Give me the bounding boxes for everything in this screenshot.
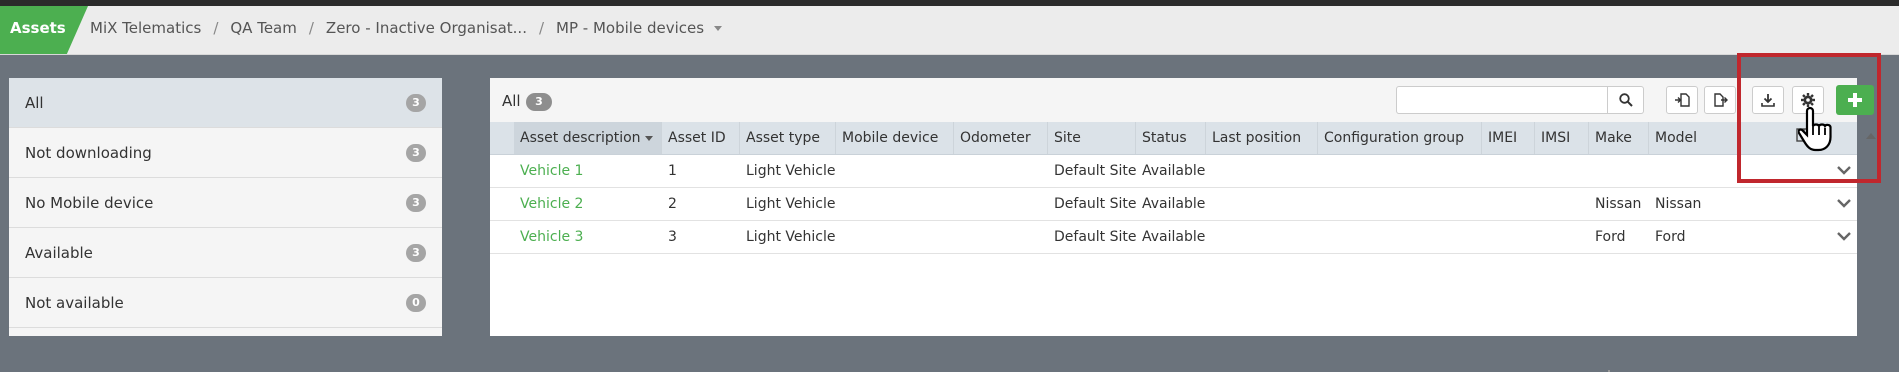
search-input[interactable]: [1396, 86, 1608, 114]
column-label: Asset description: [520, 130, 641, 146]
breadcrumb-item-group[interactable]: MP - Mobile devices: [556, 19, 704, 37]
chevron-down-icon[interactable]: [1837, 230, 1851, 242]
model-cell: Ford: [1655, 229, 1686, 245]
filter-label: No Mobile device: [25, 194, 154, 212]
top-navbar: Assets MiX Telematics / QA Team / Zero - Ina…: [0, 6, 1899, 55]
sort-desc-icon: [645, 136, 653, 141]
breadcrumb: MiX Telematics / QA Team / Zero - Inactive O…: [90, 6, 723, 54]
column-header-asset-description[interactable]: Asset description: [514, 122, 662, 154]
breadcrumb-item-organisation[interactable]: Zero - Inactive Organisat...: [326, 19, 527, 37]
column-header-status[interactable]: Status: [1136, 122, 1206, 154]
column-header-odometer[interactable]: Odometer: [954, 122, 1048, 154]
column-header-site[interactable]: Site: [1048, 122, 1136, 154]
filter-item-available[interactable]: Available 3: [9, 228, 442, 278]
asset-list-panel: All 3 Asset description Asset ID Asset t…: [490, 78, 1857, 372]
asset-type-cell: Light Vehicle: [746, 196, 836, 212]
export-icon: [1714, 93, 1728, 107]
column-header-imsi[interactable]: IMSI: [1535, 122, 1589, 154]
column-label: Site: [1054, 130, 1081, 146]
table-row[interactable]: Vehicle 2 2 Light Vehicle Default Site A…: [490, 188, 1857, 221]
table-row[interactable]: Vehicle 3 3 Light Vehicle Default Site A…: [490, 221, 1857, 254]
filter-panel: All 3 Not downloading 3 No Mobile device…: [9, 78, 442, 336]
site-cell: Default Site: [1054, 196, 1137, 212]
list-title: All: [502, 92, 521, 110]
column-label: Make: [1595, 130, 1632, 146]
column-header-imei[interactable]: IMEI: [1482, 122, 1535, 154]
filter-label: All: [25, 94, 44, 112]
count-badge: 3: [406, 244, 426, 262]
import-icon: [1675, 93, 1690, 107]
search-icon: [1618, 93, 1633, 107]
search-button[interactable]: [1608, 86, 1644, 114]
make-cell: Ford: [1595, 229, 1626, 245]
column-header-mobile-device[interactable]: Mobile device: [836, 122, 954, 154]
status-cell: Available: [1142, 196, 1206, 212]
column-label: IMSI: [1541, 130, 1571, 146]
model-cell: Nissan: [1655, 196, 1702, 212]
status-cell: Available: [1142, 229, 1206, 245]
asset-id-cell: 2: [668, 196, 677, 212]
count-badge: 0: [406, 294, 426, 312]
breadcrumb-separator: /: [213, 19, 219, 37]
asset-type-cell: Light Vehicle: [746, 163, 836, 179]
column-label: Asset ID: [668, 130, 726, 146]
filter-item-not-downloading[interactable]: Not downloading 3: [9, 128, 442, 178]
chevron-down-icon[interactable]: [1837, 197, 1851, 209]
asset-id-cell: 3: [668, 229, 677, 245]
count-badge: 3: [406, 194, 426, 212]
list-toolbar: All 3: [490, 78, 1857, 122]
column-header-configuration-group[interactable]: Configuration group: [1318, 122, 1482, 154]
assets-tab[interactable]: Assets: [0, 6, 88, 54]
asset-description-link[interactable]: Vehicle 1: [514, 155, 583, 187]
status-cell: Available: [1142, 163, 1206, 179]
column-header-make[interactable]: Make: [1589, 122, 1649, 154]
asset-description-link[interactable]: Vehicle 3: [514, 221, 583, 253]
count-badge: 3: [406, 144, 426, 162]
filter-item-not-available[interactable]: Not available 0: [9, 278, 442, 328]
column-header-asset-id[interactable]: Asset ID: [662, 122, 740, 154]
breadcrumb-item-company[interactable]: MiX Telematics: [90, 19, 201, 37]
asset-type-cell: Light Vehicle: [746, 229, 836, 245]
hand-cursor-icon: [1798, 106, 1832, 152]
table-row[interactable]: Vehicle 1 1 Light Vehicle Default Site A…: [490, 155, 1857, 188]
site-cell: Default Site: [1054, 229, 1137, 245]
column-label: Last position: [1212, 130, 1302, 146]
export-button[interactable]: [1704, 86, 1736, 114]
column-label: Mobile device: [842, 130, 939, 146]
table-header: Asset description Asset ID Asset type Mo…: [490, 122, 1857, 155]
import-button[interactable]: [1666, 86, 1698, 114]
asset-description-link[interactable]: Vehicle 2: [514, 188, 583, 220]
column-label: IMEI: [1488, 130, 1518, 146]
make-cell: [1589, 155, 1595, 187]
filter-label: Not downloading: [25, 144, 152, 162]
filter-item-no-mobile-device[interactable]: No Mobile device 3: [9, 178, 442, 228]
breadcrumb-item-team[interactable]: QA Team: [230, 19, 296, 37]
filter-label: Available: [25, 244, 93, 262]
make-cell: Nissan: [1595, 196, 1642, 212]
count-badge: 3: [406, 94, 426, 112]
column-label: Asset type: [746, 130, 820, 146]
column-label: Model: [1655, 130, 1698, 146]
filter-label: Not available: [25, 294, 124, 312]
column-label: Configuration group: [1324, 130, 1465, 146]
model-cell: [1649, 155, 1655, 187]
column-header-asset-type[interactable]: Asset type: [740, 122, 836, 154]
column-label: Odometer: [960, 130, 1031, 146]
chevron-down-icon[interactable]: [714, 26, 723, 31]
breadcrumb-separator: /: [538, 19, 545, 37]
filter-item-all[interactable]: All 3: [9, 78, 442, 128]
column-header-last-position[interactable]: Last position: [1206, 122, 1318, 154]
list-count-badge: 3: [526, 93, 552, 111]
site-cell: Default Site: [1054, 163, 1137, 179]
asset-id-cell: 1: [668, 163, 677, 179]
breadcrumb-separator: /: [308, 19, 314, 37]
column-label: Status: [1142, 130, 1187, 146]
